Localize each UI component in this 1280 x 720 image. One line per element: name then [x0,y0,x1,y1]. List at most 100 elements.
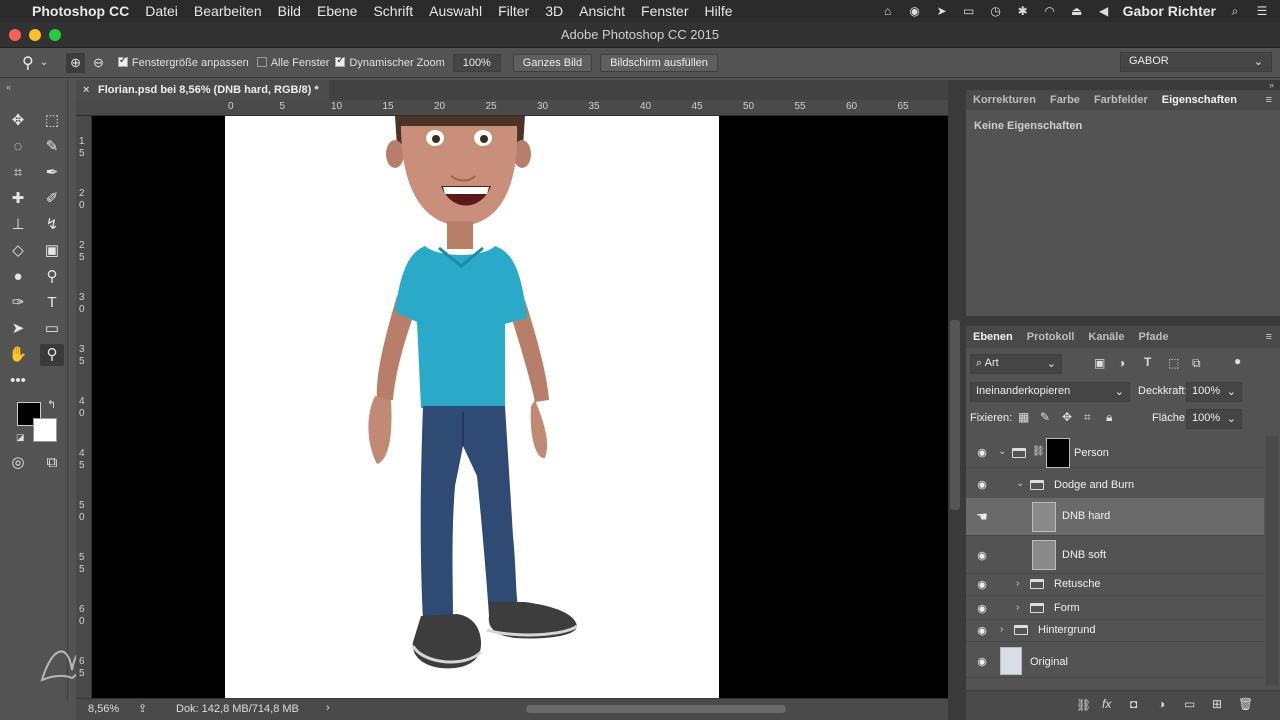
crop-tool-icon[interactable]: ⌗ [6,162,30,184]
blend-mode-select[interactable]: Ineinanderkopieren ⌄ [970,382,1130,402]
layer-thumbnail[interactable] [1032,540,1056,570]
panel-menu-icon[interactable]: ≡ [1266,94,1280,106]
healing-brush-tool-icon[interactable]: ✚ [6,188,30,210]
visibility-eye-icon[interactable]: ◉ [974,604,990,615]
share-icon[interactable]: ⇪ [138,702,147,715]
zoom-window-button[interactable] [49,29,61,41]
layer-row-dnb-soft[interactable]: ◉ DNB soft [966,538,1264,574]
menu-auswahl[interactable]: Auswahl [421,3,490,19]
close-tab-icon[interactable]: × [83,80,89,100]
panel-menu-icon[interactable]: ≡ [1266,331,1280,343]
menu-ebene[interactable]: Ebene [309,3,365,19]
pen-tool-icon[interactable]: ✑ [6,292,30,314]
wifi-icon[interactable]: ◠ [1042,5,1058,17]
fill-screen-button[interactable]: Bildschirm ausfüllen [600,53,718,72]
all-windows-checkbox[interactable] [256,56,267,67]
chevron-right-icon[interactable]: › [1000,624,1003,635]
history-brush-tool-icon[interactable]: ↯ [40,214,64,236]
type-tool-icon[interactable]: T [40,292,64,314]
zoom-in-icon[interactable]: ⊕ [66,52,86,73]
search-icon[interactable]: ⌕ [1227,5,1243,17]
new-group-icon[interactable]: ▭ [1184,697,1195,711]
layer-row-dodge-and-burn[interactable]: ◉ ⌄ Dodge and Burn [966,470,1264,500]
dynamic-zoom-option[interactable]: Dynamischer Zoom [335,55,445,69]
menu-3d[interactable]: 3D [537,3,571,19]
new-layer-icon[interactable]: ⊞ [1212,697,1222,711]
layer-filter-select[interactable]: ⌕ Art ⌄ [970,354,1062,374]
chevron-right-icon[interactable]: › [1016,578,1019,589]
menu-hilfe[interactable]: Hilfe [697,3,741,19]
visibility-eye-icon[interactable]: ◉ [974,551,990,562]
dodge-tool-icon[interactable]: ⚲ [40,266,64,288]
close-window-button[interactable] [9,29,21,41]
move-tool-icon[interactable]: ✥ [6,110,30,132]
layer-thumbnail[interactable] [1000,647,1022,675]
visibility-eye-icon[interactable]: ◉ [974,448,990,459]
tab-kanaele[interactable]: Kanäle [1081,331,1131,343]
chevron-right-icon[interactable]: › [326,702,330,714]
brush-tool-icon[interactable]: ✐ [40,188,64,210]
tab-protokoll[interactable]: Protokoll [1020,331,1082,343]
menu-filter[interactable]: Filter [490,3,537,19]
eraser-tool-icon[interactable]: ◇ [6,240,30,262]
filter-toggle-icon[interactable]: ● [1234,354,1241,368]
visibility-eye-icon[interactable]: ◉ [974,626,990,637]
layer-row-person[interactable]: ◉ ⌄ ⛓ Person [966,438,1264,468]
zoom-tool-selected-icon[interactable]: ⚲ [40,344,64,366]
chevron-down-icon[interactable]: ⌄ [1016,478,1024,489]
adjustment-layer-icon[interactable]: ◑ [1158,697,1165,711]
fit-window-option[interactable]: Fenstergröße anpassen [117,55,249,69]
lock-transparency-icon[interactable]: ▦ [1018,410,1029,424]
radio-icon[interactable]: ◉ [907,5,923,17]
visibility-eye-icon[interactable]: ◉ [974,480,990,491]
volume-icon[interactable]: ◀ [1096,5,1112,17]
menu-ansicht[interactable]: Ansicht [571,3,633,19]
layer-row-dnb-hard[interactable]: ☚ DNB hard [966,498,1264,536]
menu-fenster[interactable]: Fenster [633,3,696,19]
filter-type-icon[interactable]: T [1144,355,1151,369]
whole-image-button[interactable]: Ganzes Bild [512,53,593,72]
quick-mask-icon[interactable]: ◎ [6,452,30,474]
tab-farbe[interactable]: Farbe [1043,94,1087,106]
swap-colors-icon[interactable]: ↰ [47,398,56,411]
battery-icon[interactable]: ▭ [961,5,977,17]
doc-size-status[interactable]: Dok: 142,8 MB/714,8 MB [176,703,299,715]
lock-artboard-icon[interactable]: ⌗ [1084,410,1091,425]
chevron-down-icon[interactable]: ⌄ [998,446,1006,457]
canvas-area[interactable] [92,116,948,698]
visibility-eye-icon[interactable]: ◉ [974,657,990,668]
layer-row-original[interactable]: ◉ Original [966,646,1264,678]
layers-scrollbar[interactable] [1266,436,1278,686]
zoom-out-icon[interactable]: ⊖ [93,55,104,71]
layer-row-hintergrund[interactable]: ◉ › Hintergrund [966,620,1264,642]
fit-window-checkbox[interactable] [117,55,128,67]
collapse-panel-icon[interactable]: « [6,82,11,92]
layer-thumbnail[interactable] [1032,502,1056,532]
tab-eigenschaften[interactable]: Eigenschaften [1155,94,1244,106]
document-tab[interactable]: × Florian.psd bei 8,56% (DNB hard, RGB/8… [76,80,329,100]
chevron-down-icon[interactable]: ⌄ [40,57,48,68]
zoom-percent-field[interactable]: 100% [452,53,501,72]
fx-icon[interactable]: fx [1102,697,1111,711]
collapse-dock-icon[interactable]: » [1269,80,1274,90]
background-color-swatch[interactable] [33,418,57,442]
workspace-select[interactable]: GABOR ⌄ [1120,52,1272,72]
time-machine-icon[interactable]: ◷ [988,5,1004,17]
add-mask-icon[interactable]: ◘ [1130,697,1137,711]
link-layers-icon[interactable]: ⛓ [1076,698,1091,712]
user-name[interactable]: Gabor Richter [1123,3,1216,19]
tab-ebenen[interactable]: Ebenen [966,331,1020,343]
stamp-tool-icon[interactable]: ⊥ [6,214,30,236]
minimize-window-button[interactable] [29,29,41,41]
list-icon[interactable]: ☰ [1254,5,1270,17]
blur-tool-icon[interactable]: ● [6,266,30,288]
document-artboard[interactable] [225,116,719,698]
filter-adjustment-icon[interactable]: ◑ [1118,356,1125,370]
eject-icon[interactable]: ⏏ [1069,5,1085,17]
app-menu[interactable]: Photoshop CC [22,3,137,19]
menu-schrift[interactable]: Schrift [365,3,421,19]
menu-datei[interactable]: Datei [137,3,186,19]
default-colors-icon[interactable]: ◪ [16,432,25,443]
chevron-right-icon[interactable]: › [1016,602,1019,613]
dock-scrollbar[interactable] [950,320,960,510]
